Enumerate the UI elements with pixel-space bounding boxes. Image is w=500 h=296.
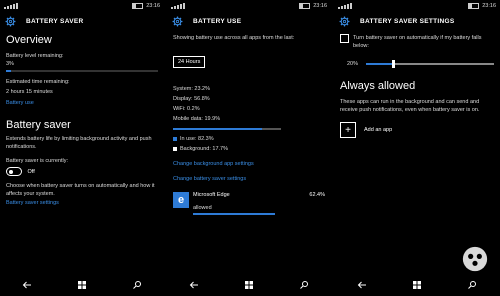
choose-when-text: Choose when battery saver turns on autom… xyxy=(6,183,155,197)
in-use-swatch xyxy=(173,136,177,141)
back-arrow-icon[interactable] xyxy=(22,280,32,290)
search-icon[interactable] xyxy=(132,280,142,290)
time-remaining-value: 2 hours 15 minutes xyxy=(6,89,53,95)
battery-use-link[interactable]: Battery use xyxy=(6,100,158,106)
navigation-bar xyxy=(0,274,164,296)
microsoft-edge-icon: e xyxy=(173,192,189,208)
back-arrow-icon[interactable] xyxy=(189,280,199,290)
battery-level-bar xyxy=(6,70,158,72)
slider-value: 20% xyxy=(347,61,359,67)
status-bar: 23:16 xyxy=(167,0,331,13)
saver-toggle-row[interactable]: Off xyxy=(6,167,158,176)
page-header: BATTERY SAVER SETTINGS xyxy=(334,13,500,30)
in-use-legend: In use: 82.3% xyxy=(173,135,325,143)
page-title: BATTERY USE xyxy=(193,18,242,25)
status-bar: 23:16 xyxy=(0,0,164,13)
in-use-label: In use: 82.3% xyxy=(180,136,214,142)
signal-icon xyxy=(4,3,18,9)
battery-level-fill xyxy=(6,70,11,72)
mobile-data-usage: Mobile data: 19.9% xyxy=(173,116,221,122)
watermark-logo xyxy=(462,246,488,272)
battery-saver-toggle[interactable] xyxy=(6,167,22,176)
settings-gear-icon xyxy=(172,16,183,27)
plus-icon: + xyxy=(340,122,356,138)
app-list-item[interactable]: e Microsoft Edge 62.4% allowed xyxy=(173,192,325,215)
background-swatch xyxy=(173,146,177,151)
windows-start-icon[interactable] xyxy=(244,280,254,290)
app-name: Microsoft Edge xyxy=(193,192,230,198)
status-time: 23:16 xyxy=(313,3,327,9)
overview-heading: Overview xyxy=(6,34,52,46)
page-title: BATTERY SAVER SETTINGS xyxy=(360,18,455,25)
add-app-label: Add an app xyxy=(364,127,393,133)
navigation-bar xyxy=(167,274,331,296)
battery-level-label: Battery level remaining: xyxy=(6,53,64,59)
change-battery-saver-settings-link[interactable]: Change battery saver settings xyxy=(173,176,325,182)
settings-gear-icon xyxy=(339,16,350,27)
threshold-slider[interactable] xyxy=(366,60,494,68)
signal-icon xyxy=(171,3,185,9)
navigation-bar xyxy=(334,274,500,296)
page-title: BATTERY SAVER xyxy=(26,18,84,25)
saver-status-label: Battery saver is currently: xyxy=(6,158,69,164)
system-usage: System: 23.2% xyxy=(173,86,210,92)
auto-saver-label: Turn battery saver on automatically if m… xyxy=(353,35,482,49)
auto-saver-checkbox[interactable] xyxy=(340,34,349,43)
wifi-usage: WiFi: 0.2% xyxy=(173,106,200,112)
app-percent: 62.4% xyxy=(309,192,325,198)
battery-level-value: 3% xyxy=(6,61,14,67)
app-status: allowed xyxy=(193,205,212,211)
time-range-dropdown[interactable]: 24 Hours xyxy=(173,56,206,68)
search-icon[interactable] xyxy=(299,280,309,290)
battery-saver-settings-screen: 23:16 BATTERY SAVER SETTINGS Turn batter… xyxy=(334,0,500,296)
change-background-app-settings-link[interactable]: Change background app settings xyxy=(173,161,325,167)
battery-icon xyxy=(132,3,144,9)
display-usage: Display: 56.8% xyxy=(173,96,210,102)
search-icon[interactable] xyxy=(467,280,477,290)
time-remaining-label: Estimated time remaining: xyxy=(6,79,70,85)
status-time: 23:16 xyxy=(482,3,496,9)
battery-saver-heading: Battery saver xyxy=(6,119,71,131)
background-label: Background: 17.7% xyxy=(180,146,229,152)
toggle-state-label: Off xyxy=(27,168,35,175)
battery-use-screen: 23:16 BATTERY USE Showing battery use ac… xyxy=(167,0,331,296)
always-allowed-description: These apps can run in the background and… xyxy=(340,99,480,113)
slider-thumb[interactable] xyxy=(391,60,395,68)
auto-saver-checkbox-row[interactable]: Turn battery saver on automatically if m… xyxy=(340,34,494,50)
battery-icon xyxy=(299,3,311,9)
threshold-slider-row: 20% xyxy=(340,60,494,68)
in-use-fill xyxy=(173,128,262,130)
app-usage-bar xyxy=(193,213,325,215)
always-allowed-heading: Always allowed xyxy=(340,80,416,92)
battery-saver-settings-link[interactable]: Battery saver settings xyxy=(6,200,158,206)
background-legend: Background: 17.7% xyxy=(173,145,325,153)
battery-saver-description: Extends battery life by limiting backgro… xyxy=(6,136,152,150)
page-header: BATTERY SAVER xyxy=(0,13,164,30)
slider-fill xyxy=(366,63,392,65)
page-header: BATTERY USE xyxy=(167,13,331,30)
app-usage-fill xyxy=(193,213,276,215)
back-arrow-icon[interactable] xyxy=(357,280,367,290)
add-app-button[interactable]: + Add an app xyxy=(340,122,494,138)
signal-icon xyxy=(338,3,352,9)
status-time: 23:16 xyxy=(146,3,160,9)
battery-saver-screen: 23:16 BATTERY SAVER Overview Battery lev… xyxy=(0,0,164,296)
battery-icon xyxy=(468,3,480,9)
windows-start-icon[interactable] xyxy=(412,280,422,290)
usage-bar xyxy=(173,128,281,130)
windows-start-icon[interactable] xyxy=(77,280,87,290)
settings-gear-icon xyxy=(5,16,16,27)
showing-text: Showing battery use across all apps from… xyxy=(173,35,295,41)
status-bar: 23:16 xyxy=(334,0,500,13)
